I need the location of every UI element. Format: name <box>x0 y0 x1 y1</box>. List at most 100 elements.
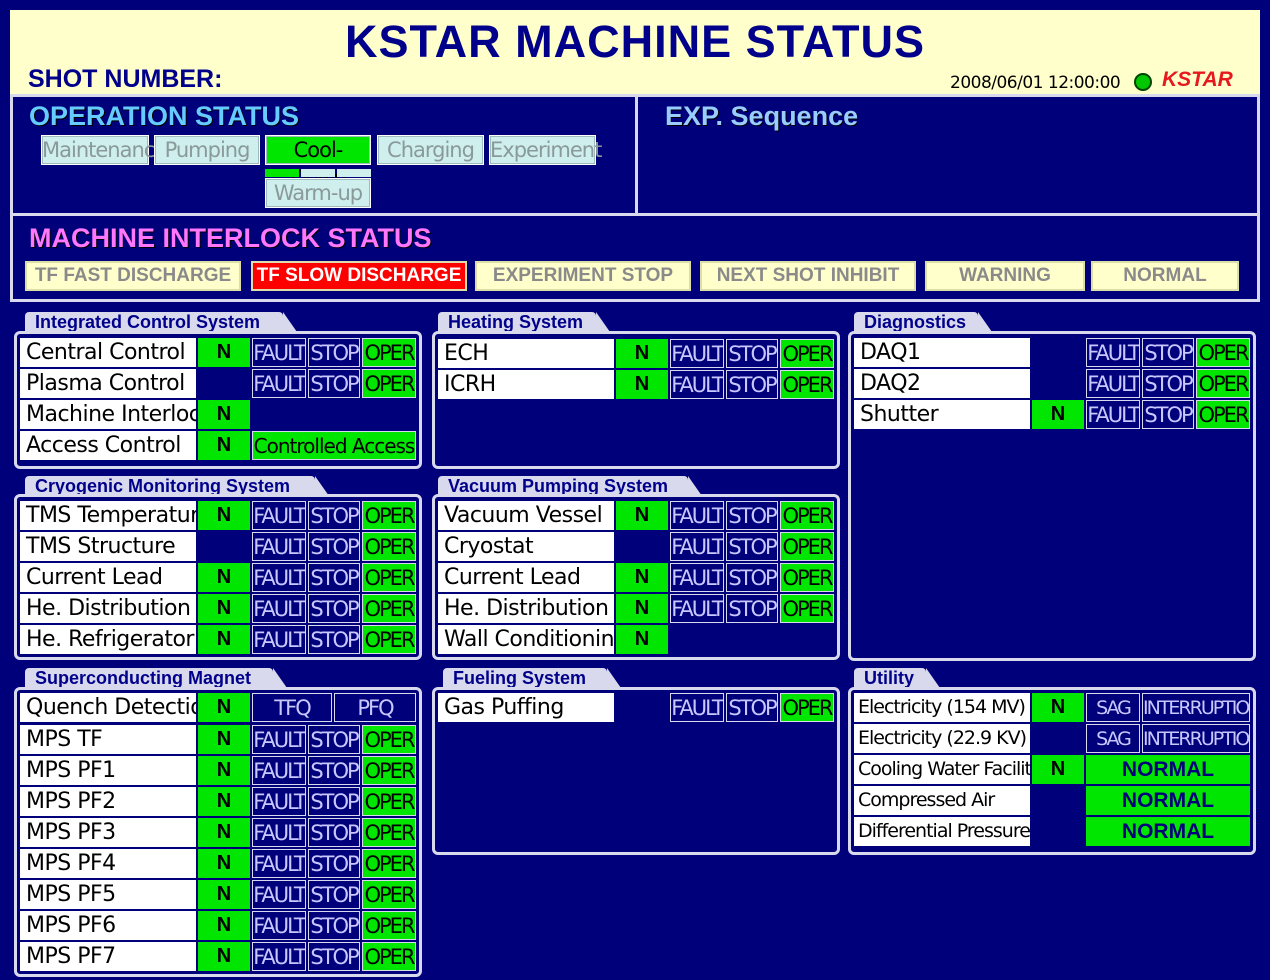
controlled-access-indicator: Controlled Access <box>252 431 416 460</box>
utility-tab: Utility <box>854 668 940 688</box>
row-label: Quench Detection <box>20 693 196 722</box>
row-label: MPS PF2 <box>20 787 196 816</box>
fault-indicator: FAULT <box>670 532 724 561</box>
stop-indicator: STOP <box>726 501 778 530</box>
progress-segment <box>301 169 335 177</box>
stop-indicator: STOP <box>308 369 360 398</box>
normal-indicator <box>616 532 668 561</box>
normal-indicator: N <box>198 338 250 367</box>
oper-indicator: OPER <box>362 594 416 623</box>
normal-indicator: N <box>198 725 250 754</box>
row-label: ICRH <box>438 370 614 399</box>
stop-indicator: STOP <box>726 563 778 592</box>
stop-indicator: STOP <box>726 339 778 368</box>
fault-indicator: FAULT <box>252 338 306 367</box>
row-label: MPS PF5 <box>20 880 196 909</box>
divider <box>13 213 1257 216</box>
normal-indicator: N <box>198 942 250 971</box>
pfq-indicator: PFQ <box>334 693 416 722</box>
oper-indicator: OPER <box>780 693 834 722</box>
kstar-logo: KSTAR <box>1162 68 1233 91</box>
normal-indicator: N <box>616 339 668 368</box>
normal-indicator: N <box>198 431 250 460</box>
mode-cooldown-button[interactable]: Cool-Down <box>265 135 371 190</box>
normal-indicator: N <box>1032 755 1084 784</box>
interlock-tf-slow-discharge: TF SLOW DISCHARGE <box>251 261 467 291</box>
interruption-indicator: INTERRUPTION <box>1142 693 1250 722</box>
stop-indicator: STOP <box>308 594 360 623</box>
normal-indicator <box>1032 724 1084 753</box>
normal-indicator: N <box>1032 693 1084 722</box>
normal-indicator <box>198 532 250 561</box>
row-label: Cooling Water Facility <box>854 755 1030 784</box>
sag-indicator: SAG <box>1086 693 1140 722</box>
row-label: Electricity (154 MV) <box>854 693 1030 722</box>
oper-indicator: OPER <box>362 532 416 561</box>
fault-indicator: FAULT <box>1086 400 1140 429</box>
row-label: Machine Interlock <box>20 400 196 429</box>
fault-indicator: FAULT <box>670 563 724 592</box>
oper-indicator: OPER <box>780 339 834 368</box>
progress-segment <box>265 169 299 177</box>
oper-indicator: OPER <box>362 369 416 398</box>
fault-indicator: FAULT <box>252 501 306 530</box>
sag-indicator: SAG <box>1086 724 1140 753</box>
oper-indicator: OPER <box>362 911 416 940</box>
fault-indicator: FAULT <box>252 625 306 654</box>
row-label: Compressed Air <box>854 786 1030 815</box>
row-label: Shutter <box>854 400 1030 429</box>
fueling-tab: Fueling System <box>443 668 621 688</box>
status-led-icon <box>1134 73 1152 91</box>
row-label: Differential Pressure <box>854 817 1030 846</box>
normal-indicator: N <box>616 563 668 592</box>
progress-segment <box>337 169 371 177</box>
operation-status-title: OPERATION STATUS <box>29 101 299 131</box>
mode-warmup-button[interactable]: Warm-up <box>265 178 371 208</box>
interlock-warning: WARNING <box>925 261 1085 291</box>
row-label: Electricity (22.9 KV) <box>854 724 1030 753</box>
normal-indicator: N <box>616 370 668 399</box>
row-label: Current Lead <box>20 563 196 592</box>
interlock-status-title: MACHINE INTERLOCK STATUS <box>29 223 432 253</box>
fault-indicator: FAULT <box>670 370 724 399</box>
oper-indicator: OPER <box>362 338 416 367</box>
fault-indicator: FAULT <box>252 911 306 940</box>
row-label: MPS PF3 <box>20 818 196 847</box>
stop-indicator: STOP <box>308 532 360 561</box>
normal-indicator: N <box>198 594 250 623</box>
stop-indicator: STOP <box>726 532 778 561</box>
stop-indicator: STOP <box>1142 400 1194 429</box>
ics-tab: Integrated Control System <box>25 312 297 332</box>
row-label: MPS PF7 <box>20 942 196 971</box>
fault-indicator: FAULT <box>252 532 306 561</box>
fault-indicator: FAULT <box>670 594 724 623</box>
oper-indicator: OPER <box>362 563 416 592</box>
normal-indicator: N <box>616 501 668 530</box>
stop-indicator: STOP <box>1142 369 1194 398</box>
vacuum-tab: Vacuum Pumping System <box>438 476 702 496</box>
stop-indicator: STOP <box>308 787 360 816</box>
fault-indicator: FAULT <box>252 563 306 592</box>
exp-sequence-title: EXP. Sequence <box>665 101 859 131</box>
oper-indicator: OPER <box>780 370 834 399</box>
row-label: TMS Structure <box>20 532 196 561</box>
fault-indicator: FAULT <box>252 942 306 971</box>
normal-indicator: N <box>616 625 668 654</box>
oper-indicator: OPER <box>362 625 416 654</box>
normal-indicator <box>198 369 250 398</box>
row-label: DAQ1 <box>854 338 1030 367</box>
mode-maintenance-button[interactable]: Maintenance <box>41 135 167 165</box>
fault-indicator: FAULT <box>670 693 724 722</box>
mode-charging-button[interactable]: Charging <box>377 135 484 165</box>
fault-indicator: FAULT <box>252 849 306 878</box>
interlock-tf-fast-discharge: TF FAST DISCHARGE <box>25 261 241 291</box>
mode-pumping-button[interactable]: Pumping <box>154 135 260 165</box>
magnet-tab: Superconducting Magnet <box>25 668 287 688</box>
fault-indicator: FAULT <box>252 369 306 398</box>
fault-indicator: FAULT <box>1086 369 1140 398</box>
normal-status: NORMAL <box>1086 786 1250 815</box>
fault-indicator: FAULT <box>252 818 306 847</box>
mode-experiment-button[interactable]: Experiment <box>489 135 602 165</box>
oper-indicator: OPER <box>1196 369 1250 398</box>
row-label: DAQ2 <box>854 369 1030 398</box>
